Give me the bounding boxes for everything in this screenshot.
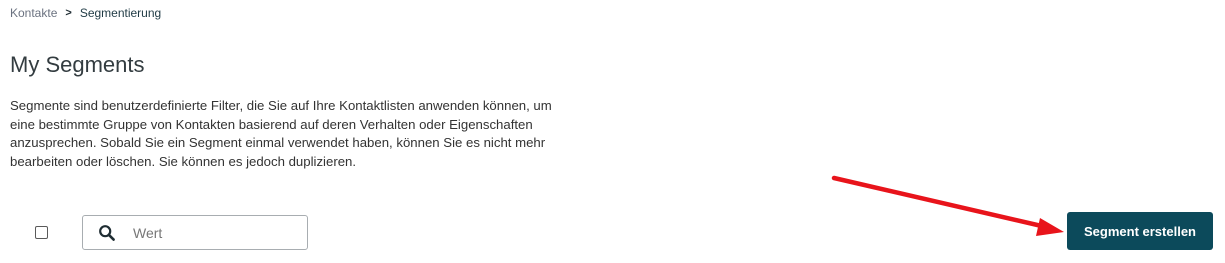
page-title: My Segments (10, 52, 145, 77)
page-description: Segmente sind benutzerdefinierte Filter,… (10, 98, 552, 169)
select-all-checkbox[interactable] (35, 226, 48, 239)
breadcrumb: Kontakte > Segmentierung (10, 6, 161, 20)
breadcrumb-item-kontakte[interactable]: Kontakte (10, 6, 57, 20)
breadcrumb-separator: > (65, 7, 72, 19)
page: Kontakte > Segmentierung My Segments Seg… (0, 0, 1225, 263)
search-field[interactable] (82, 215, 308, 250)
search-icon (98, 224, 116, 242)
search-input[interactable] (131, 223, 305, 242)
breadcrumb-item-segmentierung: Segmentierung (79, 6, 162, 20)
create-segment-button[interactable]: Segment erstellen (1067, 212, 1213, 250)
